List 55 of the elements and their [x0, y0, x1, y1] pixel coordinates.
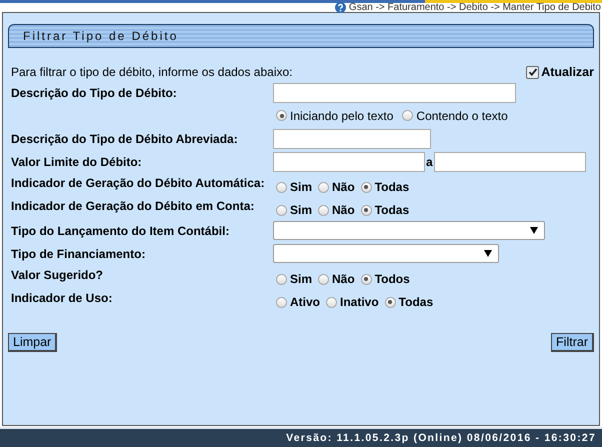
- option-label: Sim: [290, 203, 312, 217]
- intro-text: Para filtrar o tipo de débito, informe os dados abaixo:: [11, 65, 292, 79]
- option-label: Todos: [374, 272, 410, 286]
- radio-button[interactable]: [276, 274, 287, 284]
- filter-button[interactable]: Filtrar: [551, 333, 594, 352]
- radio-button[interactable]: [276, 204, 287, 216]
- dropdown[interactable]: [273, 221, 545, 240]
- breadcrumb: Gsan -> Faturamento -> Debito -> Manter Tipo de Debito: [348, 3, 601, 12]
- field-label: Indicador de Geração do Débito Automática:: [11, 176, 265, 190]
- radio-button[interactable]: [318, 182, 330, 192]
- field-label: Descrição do Tipo de Débito Abreviada:: [11, 132, 238, 146]
- radio-button[interactable]: [276, 182, 287, 192]
- radio-button[interactable]: [402, 110, 414, 121]
- radio-button[interactable]: [276, 110, 287, 121]
- input-field[interactable]: [273, 82, 516, 102]
- option-label: Todas: [398, 295, 434, 309]
- option-label: Não: [332, 180, 355, 194]
- help-icon[interactable]: [334, 2, 346, 13]
- field-label: Valor Sugerido?: [11, 268, 104, 282]
- option-label: Não: [332, 272, 355, 286]
- radio-button[interactable]: [360, 182, 372, 192]
- radio-button[interactable]: [276, 296, 287, 308]
- radio-button[interactable]: [318, 204, 330, 216]
- option-label: Não: [332, 203, 355, 217]
- dropdown[interactable]: [273, 244, 499, 263]
- caret-icon: [530, 227, 538, 234]
- option-label: Sim: [290, 180, 312, 194]
- field-label: Valor Limite do Débito:: [11, 154, 142, 168]
- checkbox-label: Atualizar: [541, 65, 594, 79]
- option-label: Ativo: [290, 295, 320, 309]
- option-label: Contendo o texto: [416, 108, 508, 122]
- field-label: Indicador de Geração do Débito em Conta:: [11, 199, 254, 213]
- radio-button[interactable]: [384, 296, 396, 308]
- option-label: Todas: [374, 180, 410, 194]
- radio-button[interactable]: [360, 204, 372, 216]
- option-label: Iniciando pelo texto: [290, 108, 394, 122]
- input-field[interactable]: [434, 152, 586, 172]
- version-text: Versão: 11.1.05.2.3p (Online) 08/06/2016 - 16:30:27: [286, 432, 596, 444]
- radio-button[interactable]: [360, 274, 372, 284]
- update-checkbox[interactable]: [526, 66, 540, 78]
- input-field[interactable]: [273, 128, 431, 148]
- field-label: Descrição do Tipo de Débito:: [11, 86, 177, 100]
- range-separator: a: [426, 154, 433, 168]
- option-label: Inativo: [340, 295, 379, 309]
- field-label: Tipo do Lançamento do Item Contábil:: [11, 224, 230, 238]
- radio-button[interactable]: [326, 296, 337, 308]
- input-field[interactable]: [273, 152, 425, 172]
- panel-title: Filtrar Tipo de Débito: [8, 24, 594, 48]
- caret-icon: [484, 250, 492, 257]
- field-label: Indicador de Uso:: [11, 291, 112, 305]
- option-label: Sim: [290, 272, 312, 286]
- field-label: Tipo de Financiamento:: [11, 246, 146, 260]
- radio-button[interactable]: [318, 274, 330, 284]
- clear-button[interactable]: Limpar: [8, 333, 58, 352]
- option-label: Todas: [374, 203, 410, 217]
